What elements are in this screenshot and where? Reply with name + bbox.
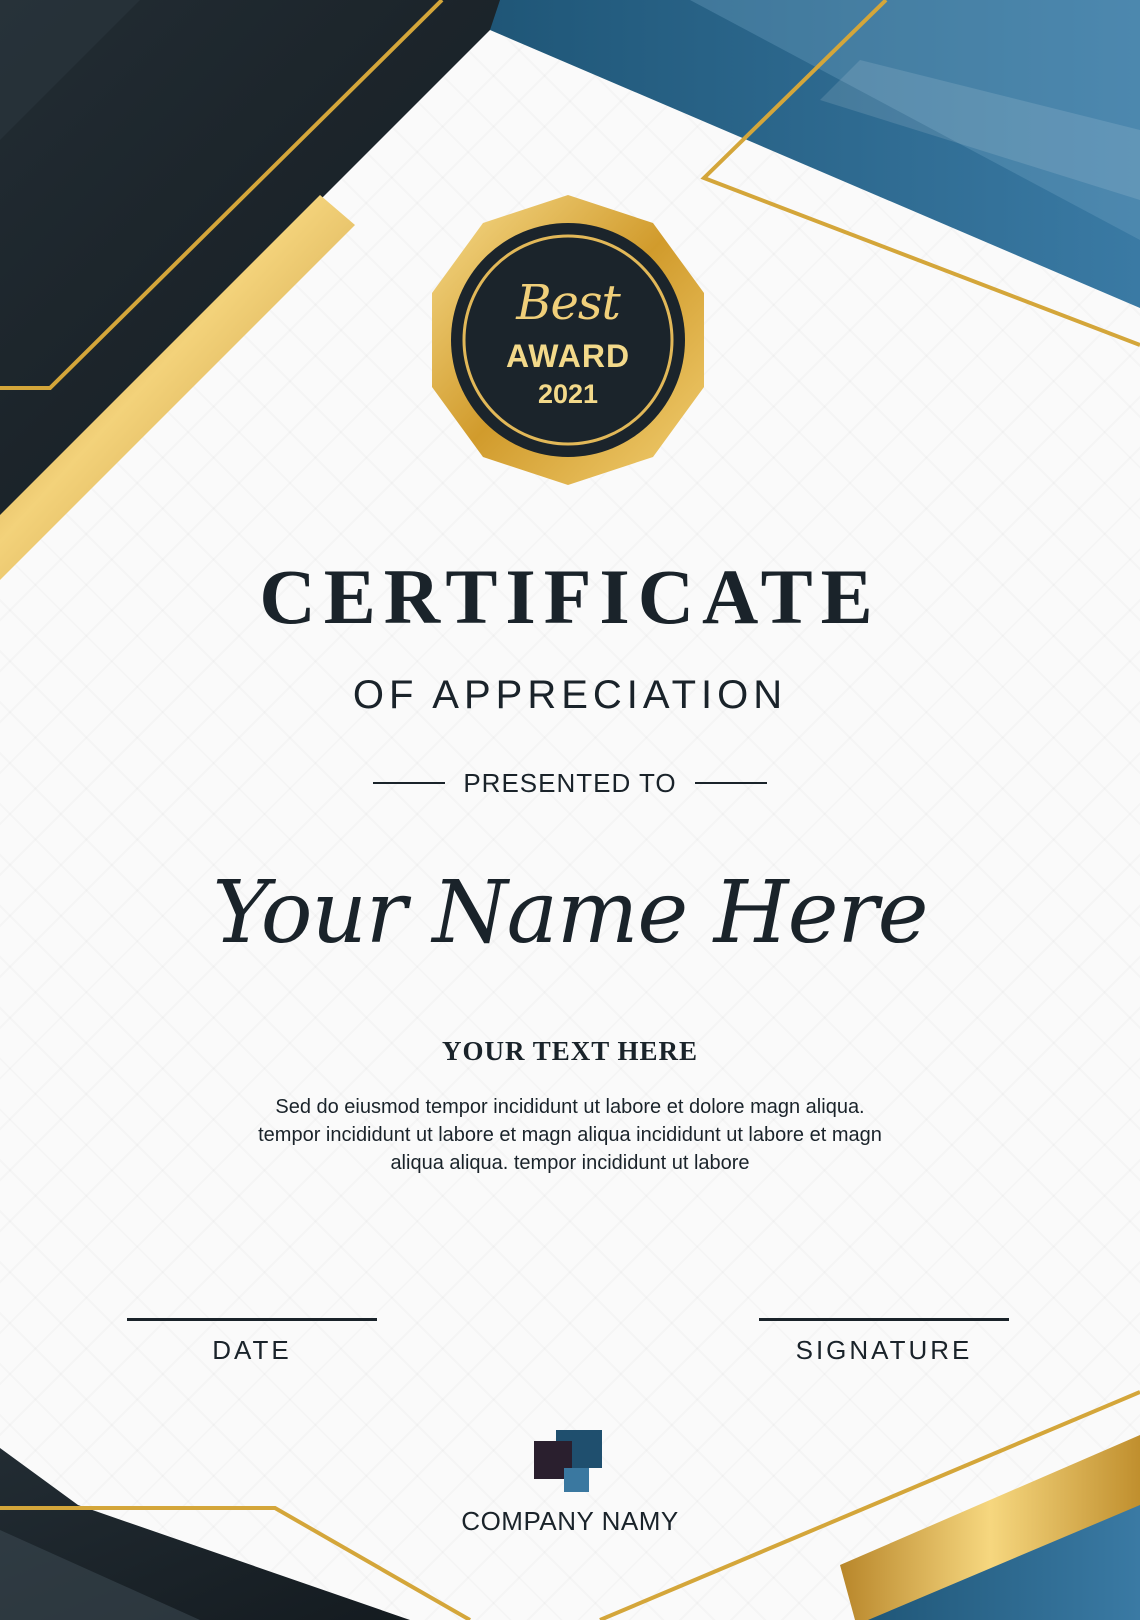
date-line (127, 1318, 377, 1321)
presented-to-label: PRESENTED TO (463, 767, 677, 798)
company-logo-icon (534, 1430, 602, 1492)
date-label: DATE (212, 1335, 292, 1365)
right-dash-divider (694, 782, 767, 784)
award-badge: Best AWARD 2021 (421, 193, 715, 487)
signature-line (759, 1318, 1009, 1321)
certificate-subtitle: OF APPRECIATION (352, 673, 788, 717)
certificate-title: CERTIFICATE (259, 553, 881, 640)
body-text: Sed do eiusmod tempor incididunt ut labo… (0, 1093, 1140, 1177)
body-line: tempor incididunt ut labore et magn aliq… (258, 1124, 882, 1146)
body-line: aliqua aliqua. tempor incididunt ut labo… (390, 1152, 750, 1174)
company-name: COMPANY NAMY (461, 1506, 679, 1536)
body-line: Sed do eiusmod tempor incididunt ut labo… (275, 1096, 865, 1118)
left-dash-divider (373, 782, 446, 784)
signature-label: SIGNATURE (795, 1335, 973, 1365)
recipient-name: Your Name Here (212, 863, 928, 963)
text-heading: YOUR TEXT HERE (441, 1036, 699, 1066)
badge-award-text: AWARD (505, 338, 631, 374)
badge-year-text: 2021 (537, 379, 599, 409)
badge-best-text: Best (516, 275, 621, 331)
presented-to-row: PRESENTED TO (0, 766, 1140, 800)
